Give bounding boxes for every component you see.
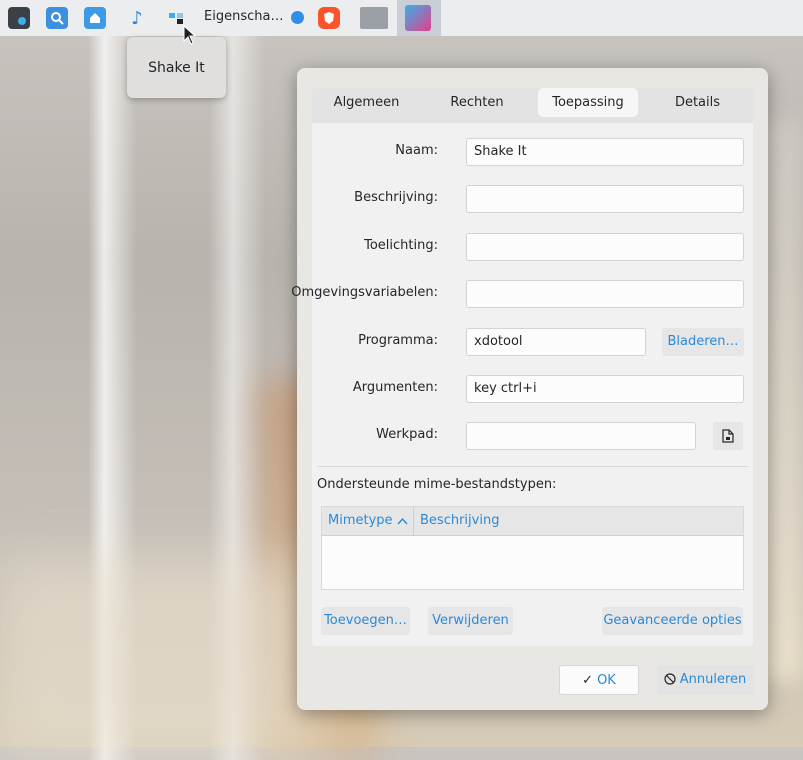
taskbar-app-files[interactable] xyxy=(84,4,106,32)
sort-ascending-icon xyxy=(397,517,408,525)
omgevingsvariabelen-label: Omgevingsvariabelen: xyxy=(291,285,438,300)
taskbar-active-item[interactable] xyxy=(397,0,441,36)
check-icon: ✓ xyxy=(582,673,594,688)
tab-details[interactable]: Details xyxy=(647,88,748,117)
document-open-icon xyxy=(722,429,734,443)
programma-input[interactable]: xdotool xyxy=(466,328,646,356)
annuleren-label: Annuleren xyxy=(679,672,747,687)
separator xyxy=(317,466,748,467)
ok-label: OK xyxy=(597,673,616,688)
tab-rechten[interactable]: Rechten xyxy=(428,88,526,117)
taskbar-app-folder[interactable] xyxy=(360,4,388,32)
taskbar-app-search[interactable] xyxy=(46,4,68,32)
taskbar-app-music[interactable]: ♪ xyxy=(126,4,148,32)
search-icon xyxy=(46,7,68,29)
tab-toepassing[interactable]: Toepassing xyxy=(538,88,638,117)
naam-label: Naam: xyxy=(395,143,438,158)
toelichting-label: Toelichting: xyxy=(364,238,438,253)
app-launcher-icon xyxy=(8,7,30,29)
notification-dot-icon xyxy=(291,11,304,24)
tab-bar: Algemeen Rechten Toepassing Details xyxy=(312,88,753,123)
ok-button[interactable]: ✓ OK xyxy=(559,665,639,695)
toevoegen-button[interactable]: Toevoegen… xyxy=(321,607,410,635)
werkpad-input[interactable] xyxy=(466,422,696,450)
verwijderen-button[interactable]: Verwijderen xyxy=(428,607,513,635)
column-beschrijving[interactable]: Beschrijving xyxy=(420,507,499,535)
column-separator xyxy=(413,507,414,535)
argumenten-input[interactable]: key ctrl+i xyxy=(466,375,744,403)
home-folder-icon xyxy=(84,7,106,29)
geavanceerde-opties-button[interactable]: Geavanceerde opties xyxy=(602,607,743,635)
kate-editor-icon xyxy=(405,5,431,31)
tooltip: Shake It xyxy=(127,37,226,98)
beschrijving-label: Beschrijving: xyxy=(354,190,438,205)
taskbar-app-app-launcher[interactable] xyxy=(8,4,30,32)
beschrijving-input[interactable] xyxy=(466,185,744,213)
brave-browser-icon xyxy=(318,7,340,29)
programma-label: Programma: xyxy=(358,333,438,348)
annuleren-button[interactable]: Annuleren xyxy=(657,665,753,695)
taskbar-window-title[interactable]: Eigenscha… xyxy=(204,9,283,24)
toelichting-input[interactable] xyxy=(466,233,744,261)
music-note-icon: ♪ xyxy=(131,7,143,29)
tab-panel: Algemeen Rechten Toepassing Details Naam… xyxy=(291,88,753,646)
argumenten-label: Argumenten: xyxy=(352,380,438,395)
omgevingsvariabelen-input[interactable] xyxy=(466,280,744,308)
folder-window-icon xyxy=(360,7,388,29)
column-mimetype[interactable]: Mimetype xyxy=(328,507,393,535)
werkpad-browse-button[interactable] xyxy=(713,422,743,450)
bladeren-button[interactable]: Bladeren… xyxy=(662,328,744,356)
werkpad-label: Werkpad: xyxy=(376,427,438,442)
taskbar: ♪ Eigenscha… xyxy=(0,0,803,36)
mime-types-table[interactable]: Mimetype Beschrijving xyxy=(321,506,744,590)
table-header: Mimetype Beschrijving xyxy=(322,507,743,536)
naam-input[interactable]: Shake It xyxy=(466,138,744,166)
mime-types-label: Ondersteunde mime-bestandstypen: xyxy=(317,477,557,492)
mouse-cursor-icon xyxy=(183,25,197,45)
cancel-icon xyxy=(664,673,676,685)
properties-dialog: Algemeen Rechten Toepassing Details Naam… xyxy=(291,68,768,710)
tab-algemeen[interactable]: Algemeen xyxy=(315,88,418,117)
taskbar-app-brave[interactable] xyxy=(318,4,340,32)
background-blur xyxy=(0,560,320,760)
